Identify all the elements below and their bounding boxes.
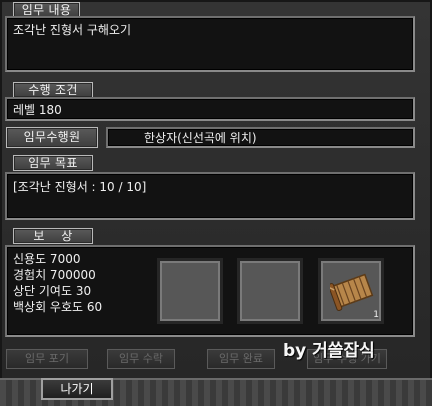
quest-npc-label[interactable]: 임무수행원: [6, 127, 98, 148]
reward-slot-1[interactable]: [157, 258, 223, 324]
giveup-button[interactable]: 임무 포기: [6, 349, 88, 369]
item-count: 1: [373, 310, 379, 320]
reward-exp: 경험치 700000: [13, 268, 96, 282]
reward-friendship: 백상회 우호도 60: [13, 300, 103, 314]
condition-text: 레벨 180: [13, 103, 62, 117]
watermark: by 거쓸잡식: [283, 341, 375, 361]
quest-content-text: 조각난 진형서 구해오기: [13, 23, 132, 37]
quest-content-box: 조각난 진형서 구해오기: [5, 16, 415, 72]
reward-slot-2[interactable]: [237, 258, 303, 324]
accept-button[interactable]: 임무 수락: [107, 349, 175, 369]
exit-button[interactable]: 나가기: [41, 378, 113, 400]
quest-goal-box: [조각난 진형서 : 10 / 10]: [5, 172, 415, 220]
scroll-item-icon: [326, 272, 374, 316]
quest-goal-text: [조각난 진형서 : 10 / 10]: [13, 180, 147, 194]
condition-label: 수행 조건: [13, 82, 93, 98]
condition-box: 레벨 180: [5, 97, 415, 121]
reward-label: 보 상: [13, 228, 93, 244]
quest-goal-label: 임무 목표: [13, 155, 93, 171]
quest-npc-box: 한상자(신선곡에 위치): [106, 127, 415, 148]
quest-npc-text: 한상자(신선곡에 위치): [144, 131, 257, 145]
reward-slot-3[interactable]: 1: [318, 258, 384, 324]
reward-contribution: 상단 기여도 30: [13, 284, 92, 298]
complete-button[interactable]: 임무 완료: [207, 349, 275, 369]
reward-credit: 신용도 7000: [13, 252, 81, 266]
